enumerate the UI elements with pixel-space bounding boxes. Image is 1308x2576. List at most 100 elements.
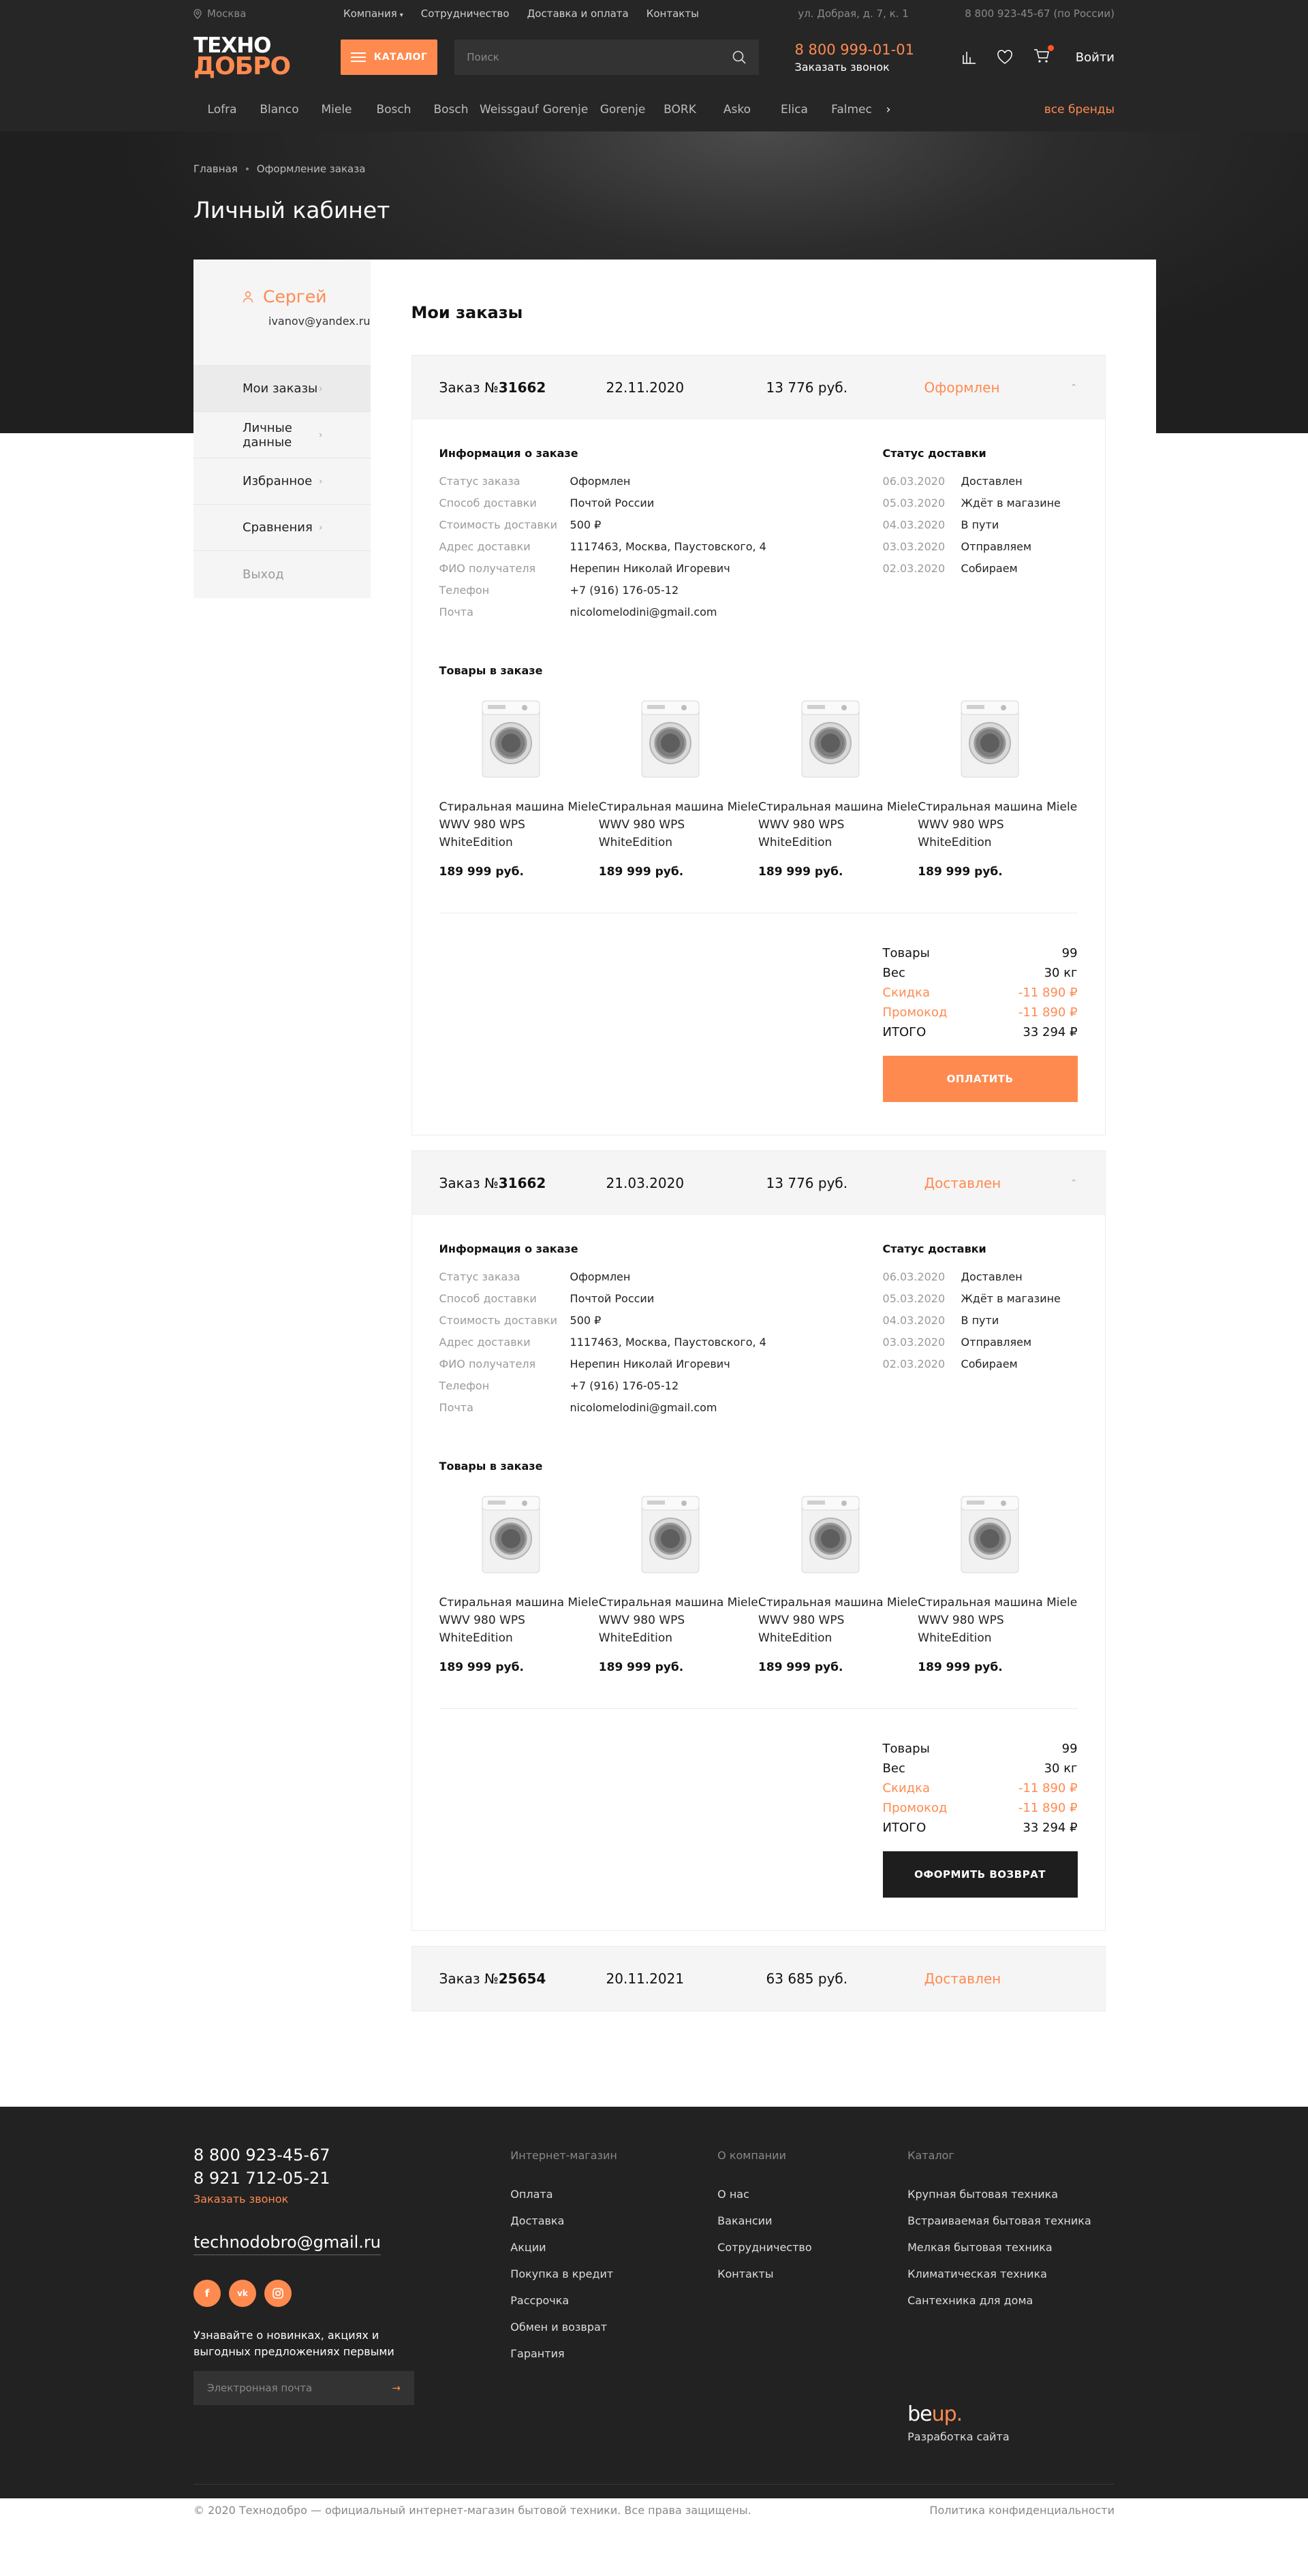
product-name[interactable]: Стиральная машина Miele WWV 980 WPS Whit… (918, 1594, 1077, 1647)
product-card[interactable]: Стиральная машина Miele WWV 980 WPS Whit… (918, 1490, 1077, 1674)
brand-link[interactable]: Bosch (422, 103, 480, 116)
phone-russia[interactable]: 8 800 923-45-67 (по России) (965, 7, 1115, 20)
top-nav-contacts[interactable]: Контакты (647, 7, 699, 20)
footer-link[interactable]: Доставка (510, 2208, 717, 2234)
product-name[interactable]: Стиральная машина Miele WWV 980 WPS Whit… (918, 798, 1077, 851)
brand-link[interactable]: Miele (308, 103, 365, 116)
catalog-button[interactable]: КАТАЛОГ (340, 40, 438, 75)
top-nav-company[interactable]: Компания ▾ (343, 7, 403, 20)
sidebar-item-compare[interactable]: Сравнения › (193, 504, 371, 550)
product-card[interactable]: Стиральная машина Miele WWV 980 WPS Whit… (918, 695, 1077, 879)
product-card[interactable]: Стиральная машина Miele WWV 980 WPS Whit… (599, 695, 758, 879)
footer-link[interactable]: Климатическая техника (907, 2261, 1115, 2287)
logo[interactable]: ТЕХНО ДОБРО (193, 35, 341, 78)
product-card[interactable]: Стиральная машина Miele WWV 980 WPS Whit… (439, 695, 599, 879)
footer-link[interactable]: Оплата (510, 2181, 717, 2208)
chevron-right-icon[interactable]: › (880, 103, 897, 116)
product-image[interactable] (439, 1490, 583, 1580)
product-card[interactable]: Стиральная машина Miele WWV 980 WPS Whit… (439, 1490, 599, 1674)
delivery-text: Собираем (961, 562, 1018, 575)
product-name[interactable]: Стиральная машина Miele WWV 980 WPS Whit… (439, 1594, 599, 1647)
logout-button[interactable]: Выход (193, 550, 371, 598)
order-header[interactable]: Заказ №25654 20.11.2021 63 685 руб. Дост… (411, 1947, 1105, 2011)
footer-link[interactable]: Сотрудничество (717, 2234, 907, 2261)
brand-link[interactable]: BORK (651, 103, 708, 116)
brand-link[interactable]: Bosch (365, 103, 422, 116)
product-image[interactable] (439, 695, 583, 785)
totals-key: Промокод (882, 1005, 948, 1020)
callback-link[interactable]: Заказать звонок (794, 61, 928, 74)
compare-icon[interactable] (961, 50, 976, 65)
footer-link[interactable]: Контакты (717, 2261, 907, 2287)
header-phone[interactable]: 8 800 999-01-01 (794, 42, 928, 58)
footer-link[interactable]: Сантехника для дома (907, 2287, 1115, 2314)
product-card[interactable]: Стиральная машина Miele WWV 980 WPS Whit… (758, 1490, 918, 1674)
breadcrumb-home[interactable]: Главная (193, 163, 238, 175)
order-action-button[interactable]: ОФОРМИТЬ ВОЗВРАТ (882, 1851, 1078, 1898)
footer-email[interactable]: technodobro@gmail.ru (193, 2233, 382, 2255)
footer-link[interactable]: Обмен и возврат (510, 2314, 717, 2340)
subscribe-email-input[interactable]: Электронная почта → (193, 2371, 414, 2405)
product-name[interactable]: Стиральная машина Miele WWV 980 WPS Whit… (758, 798, 918, 851)
developer-logo[interactable]: beup. (907, 2402, 1115, 2426)
product-image[interactable] (918, 1490, 1061, 1580)
all-brands-link[interactable]: все бренды (1044, 103, 1115, 116)
footer-link[interactable]: Встраиваемая бытовая техника (907, 2208, 1115, 2234)
brand-link[interactable]: Asko (708, 103, 766, 116)
order-header[interactable]: Заказ №31662 21.03.2020 13 776 руб. Дост… (411, 1151, 1105, 1215)
product-name[interactable]: Стиральная машина Miele WWV 980 WPS Whit… (599, 1594, 758, 1647)
city-selector[interactable]: Москва (193, 7, 343, 20)
footer-link[interactable]: Акции (510, 2234, 717, 2261)
footer-link[interactable]: Гарантия (510, 2340, 717, 2367)
search-input[interactable]: Поиск (454, 40, 760, 75)
sidebar-item-orders[interactable]: Мои заказы › (193, 365, 371, 411)
privacy-link[interactable]: Политика конфиденциальности (929, 2504, 1115, 2517)
product-image[interactable] (918, 695, 1061, 785)
search-icon[interactable] (732, 50, 747, 65)
sidebar-item-favorites[interactable]: Избранное › (193, 458, 371, 504)
footer-link[interactable]: Рассрочка (510, 2287, 717, 2314)
footer-link[interactable]: Покупка в кредит (510, 2261, 717, 2287)
sidebar-item-personal[interactable]: Личные данные › (193, 411, 371, 458)
brand-link[interactable]: Lofra (193, 103, 251, 116)
brand-link[interactable]: Gorenje (594, 103, 651, 116)
chevron-up-icon[interactable]: ⌃ (1070, 383, 1078, 393)
product-image[interactable] (599, 1490, 743, 1580)
footer-link[interactable]: Мелкая бытовая техника (907, 2234, 1115, 2261)
user-name-label: Сергей (263, 287, 327, 307)
cart-button[interactable] (1033, 44, 1054, 67)
delivery-date: 05.03.2020 (882, 1292, 946, 1305)
order-info-key: Телефон (439, 1379, 490, 1392)
top-nav-delivery[interactable]: Доставка и оплата (527, 7, 629, 20)
product-name[interactable]: Стиральная машина Miele WWV 980 WPS Whit… (758, 1594, 918, 1647)
chevron-up-icon[interactable]: ⌃ (1070, 1178, 1078, 1189)
facebook-icon[interactable]: f (193, 2280, 221, 2307)
product-card[interactable]: Стиральная машина Miele WWV 980 WPS Whit… (599, 1490, 758, 1674)
arrow-right-icon[interactable]: → (392, 2382, 401, 2394)
product-name[interactable]: Стиральная машина Miele WWV 980 WPS Whit… (599, 798, 758, 851)
brand-link[interactable]: Gorenje (537, 103, 594, 116)
product-name[interactable]: Стиральная машина Miele WWV 980 WPS Whit… (439, 798, 599, 851)
top-nav-partnership[interactable]: Сотрудничество (421, 7, 510, 20)
footer-link[interactable]: Крупная бытовая техника (907, 2181, 1115, 2208)
footer-link[interactable]: О нас (717, 2181, 907, 2208)
vk-icon[interactable]: vk (229, 2280, 256, 2307)
order-info-value: Почтой России (570, 1292, 655, 1305)
product-image[interactable] (758, 1490, 902, 1580)
brand-link[interactable]: Elica (766, 103, 823, 116)
footer-callback-link[interactable]: Заказать звонок (193, 2193, 510, 2205)
brand-link[interactable]: Blanco (251, 103, 308, 116)
product-image[interactable] (758, 695, 902, 785)
order-action-button[interactable]: ОПЛАТИТЬ (882, 1056, 1078, 1102)
footer-phone[interactable]: 8 921 712-05-21 (193, 2167, 510, 2190)
brand-link[interactable]: Falmec (823, 103, 880, 116)
brand-link[interactable]: Weissgauf (480, 103, 539, 116)
product-image[interactable] (599, 695, 743, 785)
footer-link[interactable]: Вакансии (717, 2208, 907, 2234)
heart-icon[interactable] (997, 50, 1013, 65)
order-header[interactable]: Заказ №31662 22.11.2020 13 776 руб. Офор… (411, 356, 1105, 420)
footer-phone[interactable]: 8 800 923-45-67 (193, 2143, 510, 2167)
login-button[interactable]: Войти (1076, 50, 1115, 65)
product-card[interactable]: Стиральная машина Miele WWV 980 WPS Whit… (758, 695, 918, 879)
instagram-icon[interactable] (264, 2280, 292, 2307)
